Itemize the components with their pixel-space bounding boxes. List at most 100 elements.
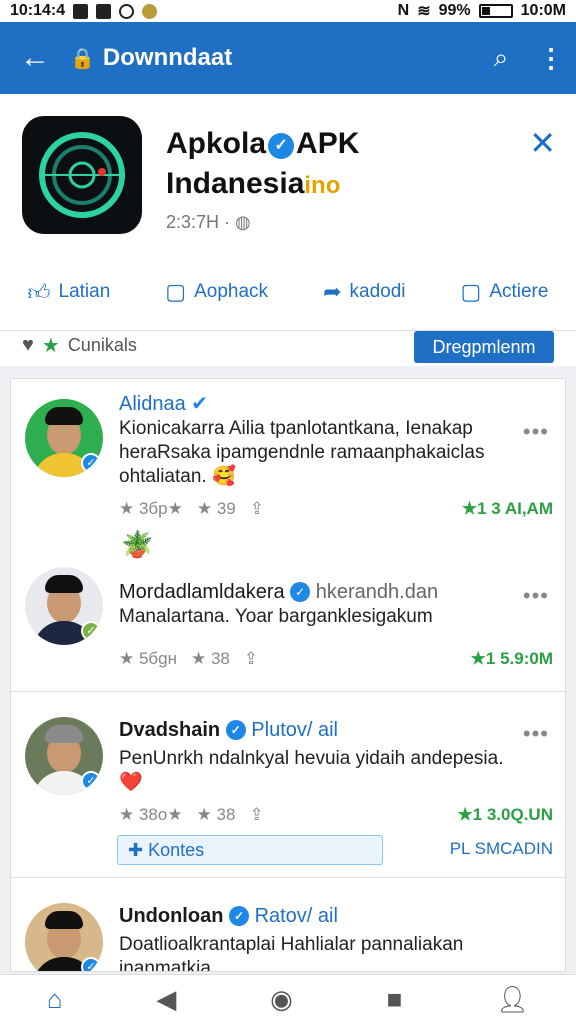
- divider: [11, 691, 565, 692]
- reply-input[interactable]: ✚ Kontes: [117, 835, 383, 865]
- app-meta: 2:3:7H · ◍: [166, 212, 251, 233]
- comment-author[interactable]: Undonloan ✓ Ratov/ ail: [119, 905, 338, 928]
- comment-time: ★1 5.9:0M: [470, 649, 553, 668]
- globe-icon: ◍: [235, 212, 251, 232]
- filter-label: Cunikals: [67, 335, 137, 355]
- more-horizontal-icon[interactable]: •••: [523, 583, 549, 609]
- verified-icon: ✓: [229, 906, 249, 926]
- comment-time: ★1 3.0Q.UN: [457, 805, 553, 824]
- comment-item: ✓ Undonloan ✓ Ratov/ ail Doatlioalkranta…: [11, 879, 565, 972]
- verified-icon: ✓: [81, 453, 101, 473]
- app-name-suffix: APK: [296, 127, 360, 160]
- action-like-button[interactable]: 👍︎ Latian: [28, 279, 111, 306]
- app-title: Apkola ✓ APK Indanesiaino: [166, 124, 359, 206]
- action-bar: 👍︎ Latian ▢ Aophack ➦ kadodi ▢ Actiere: [0, 272, 576, 312]
- network-indicator: N: [397, 2, 410, 19]
- app-bar: ← 🔒 Downndaat ⌕ ⋮: [0, 22, 576, 94]
- back-triangle-icon[interactable]: ◀: [156, 984, 176, 1015]
- comment-author[interactable]: Mordadlamldakera ✓ hkerandh.dan: [119, 581, 438, 604]
- recents-square-icon[interactable]: ■: [387, 984, 403, 1015]
- avatar[interactable]: ✓: [25, 399, 103, 477]
- home-circle-icon[interactable]: ◉: [270, 984, 293, 1015]
- comment-text: Doatlioalkrantaplai Hahlialar pannaliaka…: [119, 934, 464, 972]
- app-name-line1: Apkola: [166, 127, 267, 160]
- search-icon[interactable]: ⌕: [476, 42, 526, 74]
- action-share-button[interactable]: ➦ kadodi: [323, 279, 405, 305]
- comment-item: Mordadlamldakera ✓ hkerandh.dan Manalart…: [11, 575, 565, 695]
- app-name-tag: ino: [304, 172, 341, 199]
- comment-stats: ★ 5бgн ★ 38 ⇪: [119, 649, 258, 669]
- message-icon: ▢: [460, 279, 482, 304]
- thumbs-up-icon: 👍︎: [27, 279, 51, 305]
- emoji: 🥰: [211, 466, 236, 487]
- action-label: Actiere: [489, 281, 549, 302]
- lock-icon: 🔒: [70, 47, 95, 70]
- emoji: ❤️: [119, 772, 143, 793]
- stat-rating: ★ 38о★: [119, 805, 183, 824]
- share-icon[interactable]: ⇪: [250, 499, 264, 519]
- more-horizontal-icon[interactable]: •••: [523, 721, 549, 747]
- share-icon[interactable]: ⇪: [244, 649, 258, 669]
- comment-time: ★1 3 AI,AM: [461, 499, 553, 518]
- comment-stats: ★ 38о★ ★ 38 ⇪: [119, 805, 264, 825]
- app-header-card: Apkola ✓ APK Indanesiaino 2:3:7H · ◍ ✕ 👍︎ …: [0, 94, 576, 330]
- target-logo-icon: [39, 132, 125, 218]
- comment-author[interactable]: Alidnaa ✔: [119, 391, 208, 416]
- star-icon: ★: [41, 335, 60, 357]
- stat-likes: ★ 38: [191, 649, 230, 668]
- status-clock: 10:0M: [520, 2, 566, 19]
- filter-row: ♥ ★ Cunikals Dregpmlenm: [0, 330, 576, 366]
- verified-icon: ✓: [290, 582, 311, 602]
- close-icon[interactable]: ✕: [529, 124, 556, 162]
- action-message-button[interactable]: ▢ Actiere: [461, 279, 549, 305]
- back-arrow-icon[interactable]: ←: [0, 41, 70, 75]
- filter-button[interactable]: Dregpmlenm: [414, 331, 554, 363]
- comment-text: Kionicakarra Ailia tpanlotantkana, Ienak…: [119, 418, 485, 487]
- comment-feed: ✓ Alidnaa ✔ Kionicakarra Ailia tpanlotan…: [10, 378, 566, 972]
- comment-text: PenUnrkh ndalnkyal hevuia yidaih andepes…: [119, 748, 504, 793]
- verified-icon: ✔: [191, 393, 209, 415]
- heart-icon: ♥: [22, 334, 34, 356]
- verified-icon: ✓: [225, 720, 246, 740]
- filter-chip[interactable]: ♥ ★ Cunikals: [22, 333, 137, 358]
- profile-icon[interactable]: 👤︎: [496, 984, 529, 1015]
- verified-icon: ✓: [81, 957, 101, 971]
- stat-likes: ★ 39: [196, 499, 236, 518]
- action-label: Latian: [58, 281, 111, 302]
- comment-icon: ▢: [165, 279, 187, 304]
- share-icon[interactable]: ⇪: [249, 805, 263, 825]
- app-meta-time: 2:3:7H ·: [166, 212, 231, 232]
- verified-icon: ✓: [81, 771, 101, 791]
- action-label: Aophack: [194, 281, 269, 302]
- action-comment-button[interactable]: ▢ Aophack: [165, 279, 268, 305]
- stat-rating: ★ 5бgн: [119, 649, 177, 668]
- notification-icon: [142, 3, 158, 19]
- avatar[interactable]: ✓: [25, 717, 103, 795]
- home-icon[interactable]: ⌂: [47, 984, 63, 1015]
- app-name-line2: Indanesia: [166, 167, 305, 200]
- app-bar-title: Downndaat: [102, 44, 233, 71]
- avatar[interactable]: ✓: [25, 903, 103, 971]
- battery-percent: 99%: [438, 2, 471, 19]
- bottom-nav: ⌂ ◀ ◉ ■ 👤︎: [0, 974, 576, 1024]
- comment-item: ✓ Dvadshain ✓ Plutov/ ail PenUnrkh ndaln…: [11, 693, 565, 873]
- share-icon: ➦: [323, 279, 342, 304]
- app-logo: [22, 116, 142, 234]
- comment-author[interactable]: Dvadshain ✓ Plutov/ ail: [119, 719, 338, 742]
- reply-send-link[interactable]: PL SMCADIN: [450, 839, 553, 859]
- stat-rating: ★ 3бр★: [119, 499, 183, 518]
- comment-text: Manalartana. Yoar barganklesigakum: [119, 606, 433, 627]
- verified-icon: ✓: [268, 133, 295, 159]
- notification-icon: [96, 3, 112, 19]
- stat-likes: ★ 38: [196, 805, 236, 824]
- plant-sticker-icon: 🪴: [121, 529, 154, 559]
- more-vertical-icon[interactable]: ⋮: [526, 43, 576, 74]
- comment-stats: ★ 3бр★ ★ 39 ⇪: [119, 499, 264, 519]
- wifi-icon: ≋: [417, 3, 431, 20]
- divider: [11, 877, 565, 878]
- status-bar: 10:14:4 N ≋ 99% 10:0M: [0, 0, 576, 22]
- plus-icon: ✚: [128, 840, 144, 860]
- battery-icon: [478, 4, 513, 18]
- more-horizontal-icon[interactable]: •••: [523, 419, 549, 445]
- action-label: kadodi: [349, 281, 406, 302]
